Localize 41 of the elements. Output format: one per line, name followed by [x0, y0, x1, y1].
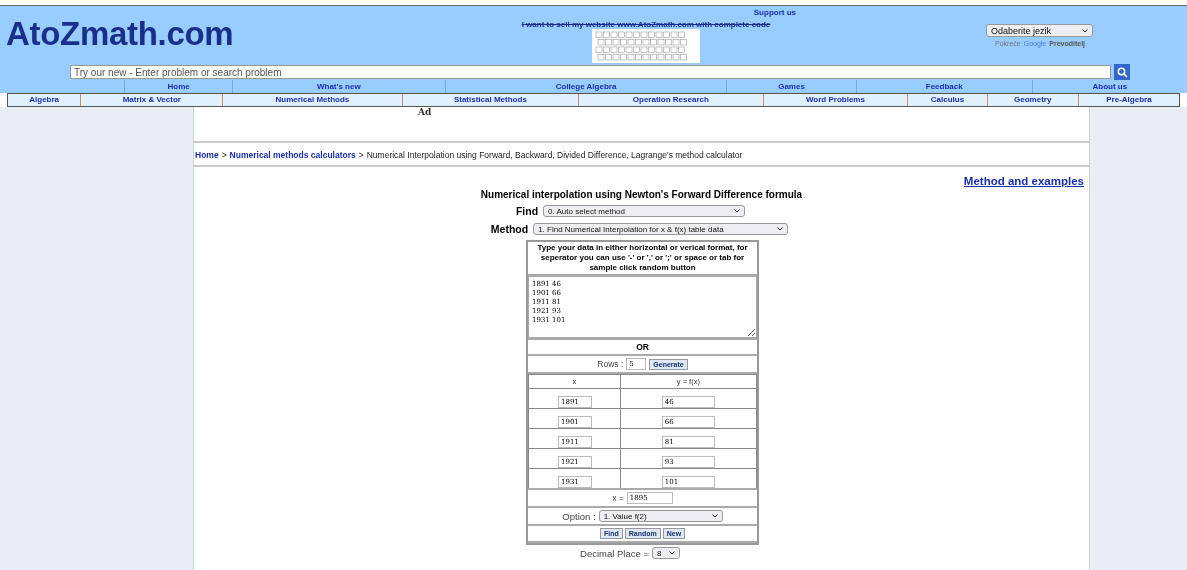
method-select[interactable]: 1. Find Numerical Interpolation for x & f(x) table data [533, 223, 789, 235]
instructions-text: Type your data in either horizontal or verical format, for seperator you can use '-' or ',' or ';' or space or tab for sample click random button [536, 242, 749, 274]
category-link[interactable]: Geometry [986, 94, 1078, 106]
category-link[interactable]: Statistical Methods [401, 94, 579, 106]
x-label: x = [612, 493, 624, 503]
method-link[interactable]: Method and examples [963, 175, 1084, 187]
category-link[interactable]: Calculus [907, 94, 987, 106]
breadcrumb-separator: > [358, 150, 364, 160]
breadcrumb-link[interactable]: Numerical methods calculators [229, 150, 356, 160]
chevron-down-icon [668, 551, 675, 555]
calculator-title: Numerical interpolation using Newton's Forward Difference formula [479, 189, 804, 200]
support-link[interactable]: Support us [753, 8, 796, 17]
chevron-down-icon [711, 514, 718, 518]
category-link[interactable]: Numerical Methods [222, 94, 402, 106]
search-icon [1116, 66, 1128, 78]
decimal-place-label: Decimal Place = [580, 547, 649, 559]
category-link[interactable]: Matrix & Vector [80, 94, 223, 106]
language-select[interactable]: Odaberite jezik [986, 24, 1093, 37]
decimal-place-select[interactable]: 8 [651, 547, 680, 559]
sale-notice-link[interactable]: I want to sell my website www.AtoZmath.com with complete code [521, 20, 771, 29]
ad-label: Ad [418, 107, 432, 117]
category-link[interactable]: Algebra [8, 94, 81, 106]
category-link[interactable]: Operation Research [578, 94, 763, 106]
category-link[interactable]: Pre-Algebra [1077, 94, 1179, 106]
breadcrumb-link[interactable]: Home [195, 150, 219, 160]
breadcrumb-separator: > [221, 150, 227, 160]
rows-label: Rows : [597, 359, 624, 369]
search-field[interactable]: Try our new - Enter problem or search problem [70, 65, 1111, 79]
or-label: OR [635, 341, 650, 354]
chevron-down-icon [777, 227, 784, 231]
chevron-down-icon [734, 209, 741, 213]
find-select[interactable]: 0. Auto select method [543, 205, 746, 217]
option-label: Option : [562, 510, 596, 522]
site-logo[interactable]: AtoZmath.com [0, 6, 446, 64]
find-label: Find [515, 205, 539, 217]
breadcrumb-current: Numerical Interpolation using Forward, Backward, Divided Difference, Lagrange's method calculator [366, 150, 743, 160]
category-link[interactable]: Word Problems [762, 94, 908, 106]
method-label: Method [490, 223, 529, 235]
search-button[interactable] [1114, 64, 1130, 80]
option-select[interactable]: 1. Value f(2) [598, 510, 723, 522]
chevron-down-icon [1082, 28, 1088, 33]
